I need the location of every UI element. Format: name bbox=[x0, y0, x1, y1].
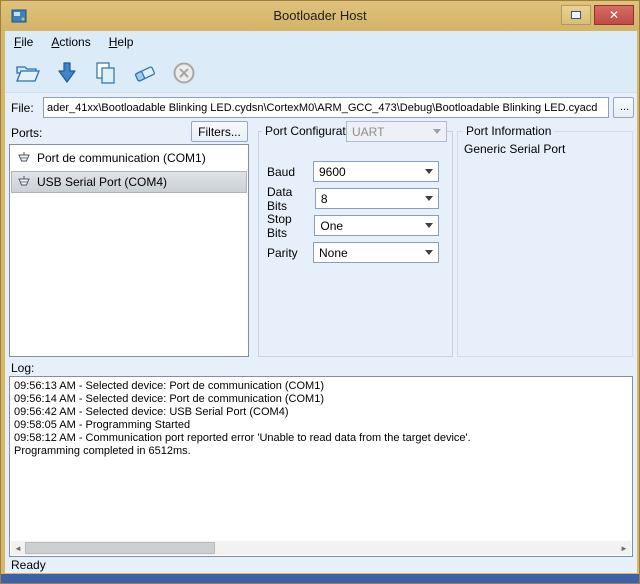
status-bar: Ready bbox=[5, 557, 637, 573]
abort-circle-x-icon bbox=[171, 60, 197, 86]
ports-label: Ports: bbox=[11, 126, 42, 140]
parity-row: Parity None bbox=[267, 242, 439, 263]
chevron-down-icon bbox=[425, 250, 433, 255]
stop-bits-row: Stop Bits One bbox=[267, 215, 439, 236]
data-bits-label: Data Bits bbox=[267, 185, 315, 213]
log-line: 09:58:05 AM - Programming Started bbox=[14, 419, 628, 432]
stop-bits-value: One bbox=[320, 219, 343, 233]
log-line: 09:56:42 AM - Selected device: USB Seria… bbox=[14, 406, 628, 419]
log-line: Programming completed in 6512ms. bbox=[14, 445, 628, 458]
port-information-title: Port Information bbox=[463, 124, 554, 138]
browse-button[interactable]: ... bbox=[613, 97, 634, 118]
baud-label: Baud bbox=[267, 165, 295, 179]
baud-select[interactable]: 9600 bbox=[313, 161, 439, 182]
file-path-input[interactable] bbox=[43, 97, 609, 118]
chevron-down-icon bbox=[433, 129, 441, 134]
download-arrow-icon bbox=[54, 60, 80, 86]
port-item-label: Port de communication (COM1) bbox=[37, 151, 206, 165]
abort-button bbox=[169, 58, 199, 88]
port-item-com1[interactable]: Port de communication (COM1) bbox=[11, 147, 247, 169]
scrollbar-thumb[interactable] bbox=[25, 542, 215, 554]
chevron-down-icon bbox=[425, 169, 433, 174]
log-horizontal-scrollbar[interactable]: ◄ ► bbox=[11, 541, 631, 555]
close-button[interactable]: ✕ bbox=[594, 5, 634, 25]
menu-bar: File Actions Help bbox=[5, 31, 637, 53]
log-line: 09:56:13 AM - Selected device: Port de c… bbox=[14, 380, 628, 393]
log-label: Log: bbox=[11, 361, 34, 375]
open-file-button[interactable] bbox=[13, 58, 43, 88]
status-text: Ready bbox=[5, 558, 46, 572]
scroll-left-icon[interactable]: ◄ bbox=[11, 541, 25, 555]
title-bar[interactable]: Bootloader Host ✕ bbox=[1, 1, 639, 31]
app-window: Bootloader Host ✕ File Actions Help bbox=[0, 0, 640, 584]
menu-help[interactable]: Help bbox=[100, 32, 143, 52]
parity-select[interactable]: None bbox=[313, 242, 439, 263]
protocol-value: UART bbox=[352, 125, 384, 139]
data-bits-row: Data Bits 8 bbox=[267, 188, 439, 209]
stop-bits-label: Stop Bits bbox=[267, 212, 314, 240]
parity-value: None bbox=[319, 246, 348, 260]
window-title: Bootloader Host bbox=[1, 8, 639, 23]
scroll-right-icon[interactable]: ► bbox=[617, 541, 631, 555]
protocol-select: UART bbox=[346, 121, 447, 142]
serial-port-icon bbox=[17, 151, 31, 165]
log-output[interactable]: 09:56:13 AM - Selected device: Port de c… bbox=[9, 376, 633, 557]
eraser-icon bbox=[132, 60, 158, 86]
toolbar bbox=[5, 53, 637, 93]
port-information-group bbox=[457, 131, 633, 357]
filters-button[interactable]: Filters... bbox=[191, 121, 248, 142]
log-line: 09:58:12 AM - Communication port reporte… bbox=[14, 432, 628, 445]
erase-button[interactable] bbox=[130, 58, 160, 88]
maximize-icon bbox=[571, 11, 581, 19]
maximize-button[interactable] bbox=[561, 5, 591, 25]
log-line: 09:56:14 AM - Selected device: Port de c… bbox=[14, 393, 628, 406]
copy-pages-icon bbox=[93, 60, 119, 86]
taskbar-strip bbox=[1, 574, 639, 583]
menu-actions[interactable]: Actions bbox=[42, 32, 99, 52]
close-icon: ✕ bbox=[609, 9, 619, 21]
open-folder-icon bbox=[15, 60, 41, 86]
file-label: File: bbox=[11, 101, 34, 115]
port-information-text: Generic Serial Port bbox=[464, 142, 565, 156]
serial-port-icon bbox=[17, 175, 31, 189]
chevron-down-icon bbox=[425, 223, 433, 228]
verify-button[interactable] bbox=[91, 58, 121, 88]
data-bits-select[interactable]: 8 bbox=[315, 188, 439, 209]
ports-list: Port de communication (COM1) USB Serial … bbox=[9, 144, 249, 357]
client-area: File Actions Help bbox=[5, 31, 637, 573]
menu-file[interactable]: File bbox=[5, 32, 42, 52]
program-button[interactable] bbox=[52, 58, 82, 88]
baud-value: 9600 bbox=[319, 165, 346, 179]
chevron-down-icon bbox=[425, 196, 433, 201]
stop-bits-select[interactable]: One bbox=[314, 215, 439, 236]
parity-label: Parity bbox=[267, 246, 298, 260]
data-bits-value: 8 bbox=[321, 192, 328, 206]
baud-row: Baud 9600 bbox=[267, 161, 439, 182]
port-item-label: USB Serial Port (COM4) bbox=[37, 175, 167, 189]
port-item-com4[interactable]: USB Serial Port (COM4) bbox=[11, 171, 247, 193]
